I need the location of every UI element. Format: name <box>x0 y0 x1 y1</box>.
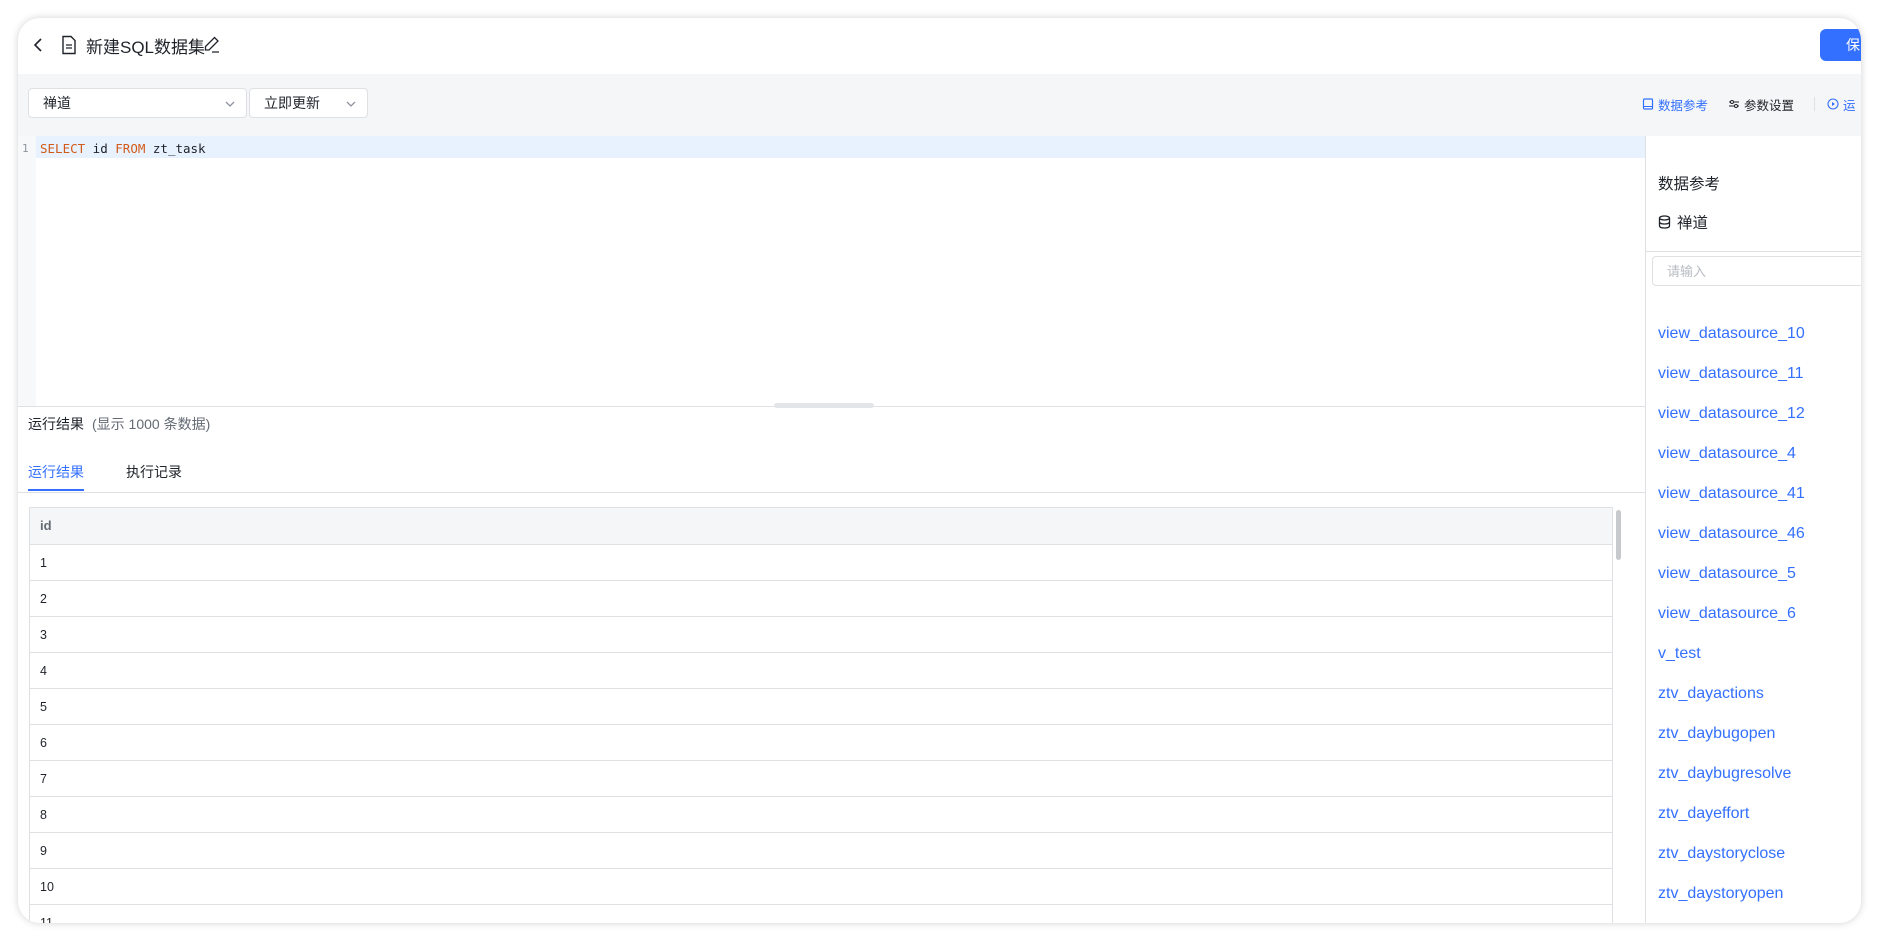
results-subtitle: (显示 1000 条数据) <box>92 416 211 432</box>
toolbar: 禅道 立即更新 数据参考 参数设置 运 <box>18 74 1861 136</box>
results-header: 运行结果 (显示 1000 条数据) <box>28 414 210 434</box>
toolbar-actions: 数据参考 参数设置 运 <box>1642 94 1861 114</box>
panel-title: 数据参考 <box>1658 176 1721 193</box>
param-settings-link[interactable]: 参数设置 <box>1728 95 1794 114</box>
save-button[interactable]: 保 <box>1820 29 1861 61</box>
sql-identifier: zt_task <box>145 141 206 156</box>
table-list-item[interactable]: view_datasource_6 <box>1658 594 1805 634</box>
table-row[interactable]: 8 <box>30 797 1612 833</box>
database-name: 禅道 <box>1677 215 1709 232</box>
table-row[interactable]: 5 <box>30 689 1612 725</box>
edit-icon[interactable] <box>203 35 221 53</box>
results-table: id 1 2 3 4 5 6 7 8 9 10 11 <box>29 507 1613 923</box>
sql-keyword: SELECT <box>40 141 86 156</box>
results-tabs: 运行结果 执行记录 <box>18 450 1645 493</box>
sliders-icon <box>1728 100 1739 108</box>
table-list-item[interactable]: ztv_daybugresolve <box>1658 754 1805 794</box>
play-circle-icon <box>1827 98 1839 110</box>
panel-divider <box>1646 251 1861 252</box>
page-title: 新建SQL数据集 <box>86 38 206 57</box>
run-button[interactable]: 运 <box>1827 95 1861 114</box>
datasource-select[interactable]: 禅道 <box>28 88 247 118</box>
app-window: 新建SQL数据集 保 禅道 立即更新 数据参考 参数设置 运 1 SELECT … <box>18 18 1861 923</box>
table-list-item[interactable]: ztv_dayactions <box>1658 674 1805 714</box>
table-list-item[interactable]: view_datasource_5 <box>1658 554 1805 594</box>
table-list-item[interactable]: ztv_daybugopen <box>1658 714 1805 754</box>
table-list-item[interactable]: view_datasource_10 <box>1658 314 1805 354</box>
param-settings-label: 参数设置 <box>1743 98 1794 113</box>
table-row[interactable]: 10 <box>30 869 1612 905</box>
table-row[interactable]: 1 <box>30 545 1612 581</box>
sql-code-line[interactable]: SELECT id FROM zt_task <box>40 141 206 156</box>
table-search-input-wrapper <box>1652 256 1861 286</box>
results-title: 运行结果 <box>28 416 84 432</box>
sql-keyword: FROM <box>115 141 146 156</box>
table-list-item[interactable]: ztv_daystoryopen <box>1658 874 1805 914</box>
table-list-item[interactable]: ztv_dayeffort <box>1658 794 1805 834</box>
table-row[interactable]: 6 <box>30 725 1612 761</box>
table-list-item[interactable]: view_datasource_12 <box>1658 394 1805 434</box>
table-list-item[interactable]: view_datasource_11 <box>1658 354 1805 394</box>
book-icon <box>1642 98 1654 110</box>
table-list: view_datasource_10 view_datasource_11 view… <box>1658 314 1805 923</box>
data-reference-panel: 数据参考 禅道 view_datasource_10view_datasourc… <box>1645 136 1861 923</box>
toolbar-divider <box>1814 97 1815 111</box>
data-reference-link[interactable]: 数据参考 <box>1642 95 1708 114</box>
save-button-label: 保 <box>1846 37 1860 53</box>
table-list-item[interactable]: ztv_daytaskfinish <box>1658 914 1805 923</box>
active-tab-indicator <box>28 489 84 491</box>
datasource-select-value: 禅道 <box>43 95 71 111</box>
table-list-item[interactable]: view_datasource_4 <box>1658 434 1805 474</box>
update-mode-select[interactable]: 立即更新 <box>249 88 368 118</box>
table-row[interactable]: 7 <box>30 761 1612 797</box>
editor-gutter: 1 <box>18 136 36 406</box>
table-row[interactable]: 2 <box>30 581 1612 617</box>
table-row[interactable]: 9 <box>30 833 1612 869</box>
chevron-down-icon <box>346 101 356 107</box>
data-reference-label: 数据参考 <box>1657 98 1708 113</box>
table-row[interactable]: 3 <box>30 617 1612 653</box>
table-list-item[interactable]: view_datasource_41 <box>1658 474 1805 514</box>
table-search-input[interactable] <box>1667 263 1847 279</box>
database-icon <box>1658 215 1671 229</box>
table-row[interactable]: 11 <box>30 905 1612 923</box>
table-list-item[interactable]: v_test <box>1658 634 1805 674</box>
editor-resize-handle[interactable] <box>774 403 874 408</box>
column-header-id[interactable]: id <box>30 508 1612 545</box>
table-scrollbar[interactable] <box>1616 510 1621 560</box>
tab-execution-log[interactable]: 执行记录 <box>126 462 182 482</box>
sql-identifier: id <box>85 141 116 156</box>
back-icon[interactable] <box>28 34 50 56</box>
chevron-down-icon <box>225 101 235 107</box>
table-list-item[interactable]: view_datasource_46 <box>1658 514 1805 554</box>
run-label: 运 <box>1843 98 1856 113</box>
table-list-item[interactable]: ztv_daystoryclose <box>1658 834 1805 874</box>
sql-editor[interactable]: 1 SELECT id FROM zt_task <box>18 136 1645 407</box>
title-bar: 新建SQL数据集 保 <box>18 18 1861 74</box>
document-icon <box>62 35 76 55</box>
table-row[interactable]: 4 <box>30 653 1612 689</box>
table-body: 1 2 3 4 5 6 7 8 9 10 11 <box>30 545 1612 923</box>
tab-run-results[interactable]: 运行结果 <box>28 462 84 482</box>
database-label: 禅道 <box>1658 211 1708 233</box>
update-mode-select-value: 立即更新 <box>264 95 320 111</box>
active-line-highlight <box>36 136 1645 158</box>
line-number: 1 <box>22 142 29 155</box>
